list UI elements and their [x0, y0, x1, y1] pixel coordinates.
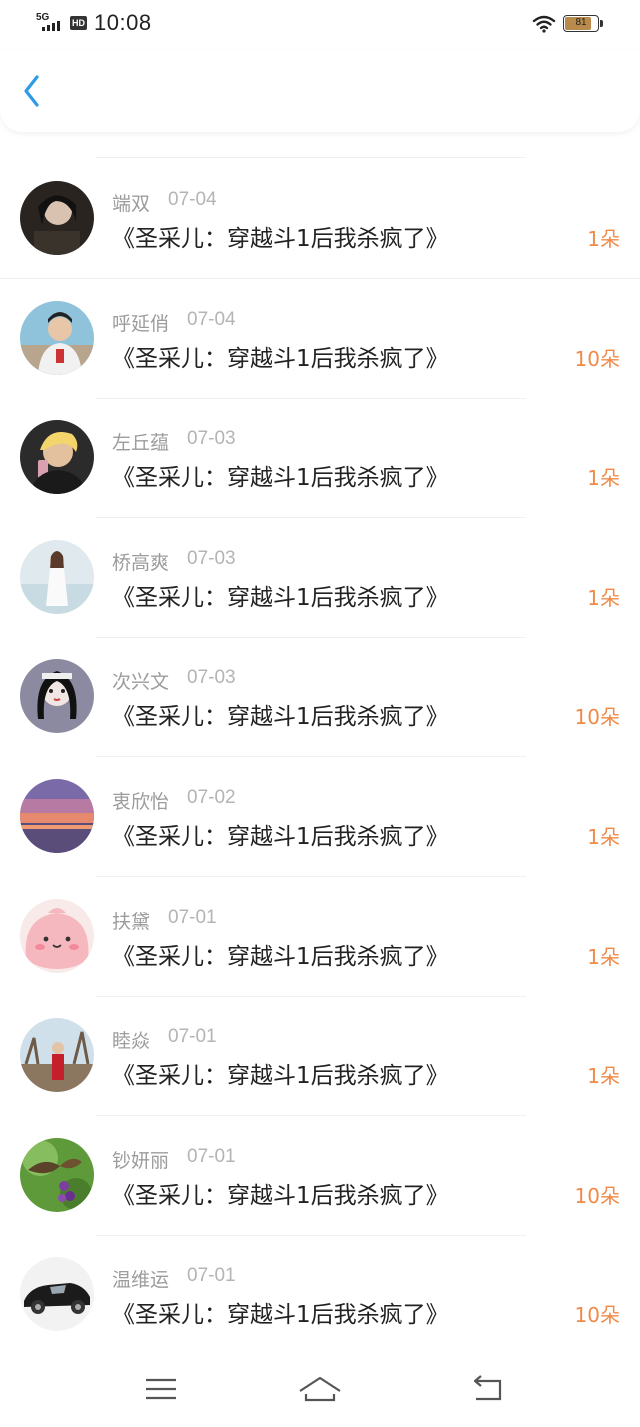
avatar[interactable]	[20, 779, 94, 853]
flower-amount: 1朵	[587, 825, 620, 849]
book-title: 《圣采儿：穿越斗1后我杀疯了》	[112, 1302, 449, 1329]
home-icon[interactable]	[298, 1375, 342, 1403]
user-name: 扶黛	[112, 910, 151, 933]
avatar[interactable]	[20, 1257, 94, 1332]
reward-date: 07-01	[168, 1026, 217, 1048]
flower-amount: 10朵	[574, 346, 620, 371]
flower-amount: 10朵	[574, 705, 620, 730]
nav-bar	[0, 50, 640, 132]
user-name: 睦焱	[112, 1030, 151, 1053]
flower-amount: 1朵	[587, 1064, 620, 1089]
battery-percent: 81	[575, 17, 587, 28]
book-title: 《圣采儿：穿越斗1后我杀疯了》	[112, 226, 449, 252]
avatar[interactable]	[20, 539, 94, 614]
list-item[interactable]: 钞妍丽 07-01 《圣采儿：穿越斗1后我杀疯了》 10朵	[0, 1116, 640, 1236]
user-name: 钞妍丽	[112, 1149, 170, 1172]
book-title: 《圣采儿：穿越斗1后我杀疯了》	[112, 465, 449, 492]
avatar[interactable]	[20, 1137, 94, 1212]
reward-date: 07-02	[187, 787, 236, 808]
user-name: 左丘蕴	[112, 432, 170, 455]
list-item[interactable]: 扶黛 07-01 《圣采儿：穿越斗1后我杀疯了》 1朵	[0, 877, 640, 997]
list-item[interactable]: 睦焱 07-01 《圣采儿：穿越斗1后我杀疯了》 1朵	[0, 996, 640, 1117]
return-icon[interactable]	[470, 1375, 506, 1403]
wifi-icon	[532, 15, 556, 33]
menu-icon[interactable]	[143, 1375, 179, 1403]
reward-date: 07-03	[187, 428, 236, 450]
user-name: 衷欣怡	[112, 791, 170, 813]
battery-icon: 81	[563, 15, 599, 32]
user-name: 桥高爽	[112, 551, 170, 574]
book-title: 《圣采儿：穿越斗1后我杀疯了》	[112, 1182, 449, 1209]
list-item[interactable]: 次兴文 07-03 《圣采儿：穿越斗1后我杀疯了》 10朵	[0, 637, 640, 758]
reward-date: 07-01	[168, 906, 217, 928]
flower-amount: 1朵	[587, 585, 620, 610]
signal-icon: 5G	[36, 12, 66, 34]
status-bar: 5G HD 10:08 81	[0, 0, 640, 50]
book-title: 《圣采儿：穿越斗1后我杀疯了》	[112, 1063, 449, 1090]
user-name: 呼延俏	[112, 312, 170, 335]
screen: 5G HD 10:08 81 端双 07-04 《圣采儿：穿越斗1后我杀疯了》 1朵	[0, 0, 640, 1427]
clock: 10:08	[94, 10, 152, 35]
reward-date: 07-01	[187, 1265, 236, 1287]
reward-date: 07-03	[187, 547, 236, 569]
flower-amount: 1朵	[587, 466, 620, 491]
reward-date: 07-04	[187, 308, 236, 330]
system-nav-bar	[0, 1345, 640, 1427]
battery-tip	[600, 20, 603, 27]
flower-amount: 10朵	[574, 1303, 620, 1328]
hd-badge: HD	[70, 16, 87, 30]
avatar[interactable]	[20, 300, 94, 375]
flower-amount: 10朵	[574, 1183, 620, 1208]
flower-amount: 1朵	[587, 227, 620, 251]
list-divider	[96, 157, 526, 158]
user-name: 次兴文	[112, 671, 170, 694]
user-name: 端双	[112, 193, 151, 215]
list-item[interactable]: 端双 07-04 《圣采儿：穿越斗1后我杀疯了》 1朵	[0, 159, 640, 279]
list-item[interactable]: 衷欣怡 07-02 《圣采儿：穿越斗1后我杀疯了》 1朵	[0, 757, 640, 877]
list-item[interactable]: 左丘蕴 07-03 《圣采儿：穿越斗1后我杀疯了》 1朵	[0, 398, 640, 519]
avatar[interactable]	[20, 1018, 94, 1093]
book-title: 《圣采儿：穿越斗1后我杀疯了》	[112, 345, 449, 372]
book-title: 《圣采儿：穿越斗1后我杀疯了》	[112, 824, 449, 850]
reward-date: 07-04	[168, 189, 217, 210]
reward-date: 07-03	[187, 667, 236, 689]
list-item[interactable]: 呼延俏 07-04 《圣采儿：穿越斗1后我杀疯了》 10朵	[0, 279, 640, 399]
avatar[interactable]	[20, 898, 94, 973]
back-button[interactable]	[14, 72, 54, 112]
list-item[interactable]: 温维运 07-01 《圣采儿：穿越斗1后我杀疯了》 10朵	[0, 1235, 640, 1356]
book-title: 《圣采儿：穿越斗1后我杀疯了》	[112, 943, 449, 970]
avatar[interactable]	[20, 659, 94, 734]
list-item[interactable]: 桥高爽 07-03 《圣采儿：穿越斗1后我杀疯了》 1朵	[0, 518, 640, 638]
user-name: 温维运	[112, 1269, 170, 1292]
avatar[interactable]	[20, 181, 94, 255]
reward-date: 07-01	[187, 1145, 236, 1167]
avatar[interactable]	[20, 420, 94, 495]
flower-amount: 1朵	[587, 944, 620, 969]
chevron-left-icon	[24, 75, 39, 107]
book-title: 《圣采儿：穿越斗1后我杀疯了》	[112, 704, 449, 731]
book-title: 《圣采儿：穿越斗1后我杀疯了》	[112, 584, 449, 611]
